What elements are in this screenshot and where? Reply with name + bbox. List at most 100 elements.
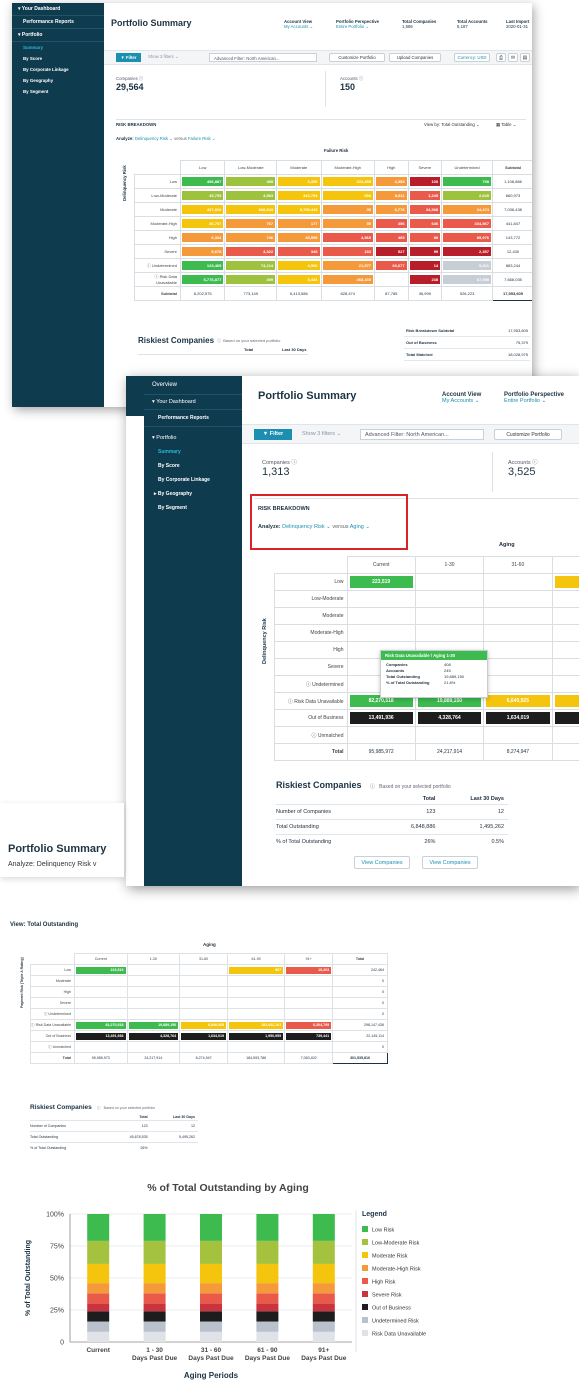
bar-segment[interactable] bbox=[312, 1263, 335, 1284]
heat-cell[interactable] bbox=[284, 986, 334, 998]
heat-cell[interactable]: 123,465 bbox=[179, 258, 226, 273]
heat-cell[interactable] bbox=[551, 607, 579, 625]
bar-segment[interactable] bbox=[256, 1303, 279, 1312]
heat-cell[interactable] bbox=[414, 624, 485, 642]
sidebar-your-dashboard[interactable]: ▾ Your Dashboard bbox=[144, 395, 242, 410]
bar-segment[interactable] bbox=[256, 1263, 279, 1284]
bar-segment[interactable] bbox=[200, 1303, 222, 1312]
heat-cell[interactable] bbox=[284, 997, 334, 1009]
sidebar-your-dashboard[interactable]: ▾ Your Dashboard bbox=[12, 3, 104, 16]
heat-cell[interactable]: 36,707 bbox=[179, 216, 226, 231]
filter-button[interactable]: ▼ Filter bbox=[116, 53, 141, 62]
heat-cell[interactable]: 437,810 bbox=[179, 202, 226, 217]
sidebar-item-summary[interactable]: Summary bbox=[12, 42, 104, 53]
bar-segment[interactable] bbox=[87, 1283, 110, 1294]
sidebar-item-geography[interactable]: By Geography bbox=[12, 75, 104, 86]
heat-cell[interactable]: 1,634,019 bbox=[483, 709, 553, 727]
heat-cell[interactable]: 6,776,877 bbox=[179, 272, 226, 287]
bar-segment[interactable] bbox=[143, 1214, 166, 1241]
customize-portfolio-button[interactable]: Customize Portfolio bbox=[494, 429, 562, 440]
heat-cell[interactable]: 82,270,518 bbox=[74, 1019, 128, 1031]
heat-cell[interactable]: 66,677 bbox=[374, 258, 409, 273]
heat-cell[interactable]: 668,543 bbox=[224, 202, 278, 217]
bar-segment[interactable] bbox=[256, 1283, 279, 1294]
analyze-select[interactable]: Delinquency Risk ⌄ bbox=[135, 136, 173, 141]
heat-cell[interactable]: 45,753 bbox=[179, 188, 226, 203]
heat-cell[interactable]: 5,798,443 bbox=[276, 202, 322, 217]
analyze-select[interactable]: Delinquency Risk ⌄ bbox=[282, 524, 331, 530]
heat-cell[interactable]: 74,214 bbox=[224, 258, 278, 273]
bar-segment[interactable] bbox=[256, 1311, 279, 1322]
heat-cell[interactable]: 767 bbox=[224, 216, 278, 231]
versus-select[interactable]: Failure Risk ⌄ bbox=[188, 136, 215, 141]
bar-segment[interactable] bbox=[312, 1311, 335, 1322]
heat-cell[interactable]: 343,754 bbox=[276, 188, 322, 203]
heat-cell[interactable] bbox=[346, 624, 416, 642]
heat-cell[interactable] bbox=[126, 986, 181, 998]
heat-cell[interactable] bbox=[414, 726, 485, 744]
heat-cell[interactable] bbox=[551, 624, 579, 642]
bar-segment[interactable] bbox=[312, 1331, 335, 1342]
heat-cell[interactable]: 85,976 bbox=[441, 230, 494, 245]
heat-cell[interactable]: 646 bbox=[407, 216, 443, 231]
heat-cell[interactable]: 4,328,764 bbox=[126, 1030, 181, 1042]
bar-segment[interactable] bbox=[143, 1293, 166, 1304]
bar-segment[interactable] bbox=[87, 1311, 110, 1322]
bar-segment[interactable] bbox=[256, 1240, 279, 1264]
heat-cell[interactable] bbox=[74, 975, 128, 987]
bar-segment[interactable] bbox=[312, 1214, 335, 1241]
heat-cell[interactable]: 345 bbox=[276, 244, 322, 259]
bar-segment[interactable] bbox=[200, 1321, 222, 1332]
heat-cell[interactable] bbox=[414, 573, 485, 591]
heat-cell[interactable] bbox=[414, 590, 485, 608]
heat-cell[interactable] bbox=[346, 590, 416, 608]
customize-portfolio-button[interactable]: Customize Portfolio bbox=[329, 53, 385, 62]
heat-cell[interactable] bbox=[179, 964, 229, 976]
heat-cell[interactable] bbox=[483, 675, 553, 693]
heat-cell[interactable]: 356 bbox=[374, 216, 409, 231]
heat-cell[interactable]: 5,433 bbox=[276, 272, 322, 287]
account-view-select[interactable]: My Accounts ⌄ bbox=[442, 398, 502, 404]
sidebar-item-by-score[interactable]: By Score bbox=[144, 459, 242, 473]
show-filters-toggle[interactable]: Show 3 filters ⌄ bbox=[302, 431, 341, 437]
export-icon[interactable]: ▤ bbox=[520, 53, 530, 62]
heat-cell[interactable]: 100 bbox=[407, 174, 443, 189]
currency-select[interactable]: Currency: USD bbox=[454, 53, 490, 62]
bar-segment[interactable] bbox=[143, 1263, 166, 1284]
heat-cell[interactable] bbox=[414, 607, 485, 625]
advanced-filter-chip[interactable]: Advanced Filter: North American... bbox=[360, 429, 484, 440]
heat-cell[interactable]: 21,577 bbox=[320, 258, 376, 273]
heat-cell[interactable]: 997 bbox=[227, 964, 286, 976]
sidebar-overview[interactable]: Overview bbox=[144, 376, 242, 395]
bar-segment[interactable] bbox=[200, 1311, 222, 1322]
show-filters-toggle[interactable]: Show 3 filters ⌄ bbox=[148, 54, 179, 60]
heat-cell[interactable] bbox=[483, 573, 553, 591]
heat-cell[interactable]: 14 bbox=[407, 258, 443, 273]
heat-cell[interactable]: 1,950,955 bbox=[227, 1030, 286, 1042]
sidebar-performance-reports[interactable]: Performance Reports bbox=[12, 16, 104, 29]
heat-cell[interactable]: 67,599 bbox=[441, 272, 494, 287]
heat-cell[interactable] bbox=[227, 997, 286, 1009]
heat-cell[interactable]: 55 bbox=[320, 216, 376, 231]
heat-cell[interactable]: 334,567 bbox=[441, 216, 494, 231]
heat-cell[interactable]: 99 bbox=[407, 244, 443, 259]
heat-cell[interactable] bbox=[346, 726, 416, 744]
heat-cell[interactable] bbox=[126, 997, 181, 1009]
heat-cell[interactable] bbox=[483, 641, 553, 659]
email-icon[interactable]: ✉ bbox=[508, 53, 518, 62]
heat-cell[interactable] bbox=[284, 975, 334, 987]
heat-cell[interactable]: 13,491,936 bbox=[346, 709, 416, 727]
heat-cell[interactable] bbox=[483, 607, 553, 625]
bar-segment[interactable] bbox=[87, 1214, 110, 1241]
heat-cell[interactable]: 798 bbox=[441, 174, 494, 189]
heat-cell[interactable] bbox=[74, 986, 128, 998]
heat-cell[interactable]: 13,491,936 bbox=[74, 1030, 128, 1042]
heat-cell[interactable] bbox=[227, 1008, 286, 1020]
heat-cell[interactable] bbox=[551, 573, 579, 591]
heat-cell[interactable] bbox=[284, 1008, 334, 1020]
heat-cell[interactable]: 4,353 bbox=[374, 174, 409, 189]
bar-segment[interactable] bbox=[87, 1321, 110, 1332]
heat-cell[interactable]: 746 bbox=[224, 230, 278, 245]
heat-cell[interactable] bbox=[551, 692, 579, 710]
heat-cell[interactable] bbox=[483, 658, 553, 676]
